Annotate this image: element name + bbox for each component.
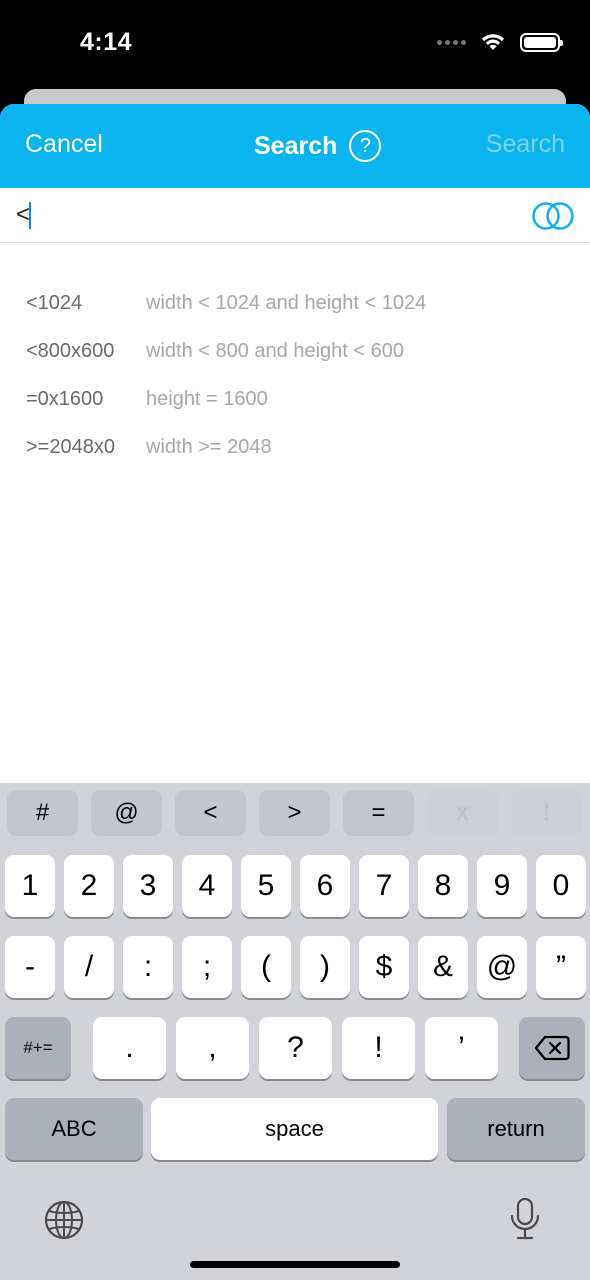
suggestion-key: >=2048x0 bbox=[26, 435, 115, 458]
key-semicolon[interactable]: ; bbox=[182, 936, 232, 998]
key-apostrophe[interactable]: ’ bbox=[425, 1017, 498, 1079]
key-7[interactable]: 7 bbox=[359, 855, 409, 917]
home-indicator bbox=[190, 1261, 400, 1268]
suggestion-list: <1024 width < 1024 and height < 1024 <80… bbox=[0, 243, 590, 471]
key-double-quote[interactable]: ” bbox=[536, 936, 586, 998]
return-key[interactable]: return bbox=[447, 1098, 585, 1160]
venn-rings-icon[interactable] bbox=[530, 201, 576, 231]
key-at-symbol[interactable]: @ bbox=[477, 936, 527, 998]
search-button[interactable]: Search bbox=[486, 130, 565, 159]
key-at[interactable]: @ bbox=[91, 790, 162, 836]
key-3[interactable]: 3 bbox=[123, 855, 173, 917]
suggestion-item[interactable]: <1024 width < 1024 and height < 1024 bbox=[0, 279, 590, 327]
key-close-paren[interactable]: ) bbox=[300, 936, 350, 998]
key-open-paren[interactable]: ( bbox=[241, 936, 291, 998]
key-6[interactable]: 6 bbox=[300, 855, 350, 917]
search-bar bbox=[0, 188, 590, 243]
status-bar: 4:14 bbox=[0, 0, 590, 90]
suggestion-item[interactable]: >=2048x0 width >= 2048 bbox=[0, 423, 590, 471]
key-0[interactable]: 0 bbox=[536, 855, 586, 917]
suggestion-key: <1024 bbox=[26, 291, 83, 314]
key-less-than[interactable]: < bbox=[175, 790, 246, 836]
key-slash[interactable]: / bbox=[64, 936, 114, 998]
signal-icon bbox=[437, 39, 466, 45]
nav-title-group: Search ? bbox=[254, 130, 382, 162]
abc-key[interactable]: ABC bbox=[5, 1098, 143, 1160]
battery-icon bbox=[520, 32, 563, 52]
key-hyphen[interactable]: - bbox=[5, 936, 55, 998]
key-comma[interactable]: , bbox=[176, 1017, 249, 1079]
suggestion-key: <800x600 bbox=[26, 339, 115, 362]
key-question[interactable]: ? bbox=[259, 1017, 332, 1079]
backspace-key[interactable] bbox=[519, 1017, 585, 1079]
key-ampersand[interactable]: & bbox=[418, 936, 468, 998]
backspace-icon bbox=[534, 1035, 570, 1061]
space-key[interactable]: space bbox=[151, 1098, 438, 1160]
key-8[interactable]: 8 bbox=[418, 855, 468, 917]
nav-bar: Cancel Search ? Search bbox=[0, 104, 590, 188]
globe-icon[interactable] bbox=[43, 1199, 85, 1241]
keyboard: # @ < > = x ! 1 2 3 4 5 6 7 8 9 0 - / : … bbox=[0, 783, 590, 1280]
key-x: x bbox=[427, 790, 498, 836]
key-1[interactable]: 1 bbox=[5, 855, 55, 917]
key-4[interactable]: 4 bbox=[182, 855, 232, 917]
help-icon[interactable]: ? bbox=[349, 130, 382, 162]
suggestion-description: width >= 2048 bbox=[146, 435, 272, 458]
key-2[interactable]: 2 bbox=[64, 855, 114, 917]
status-icons bbox=[437, 32, 563, 52]
text-caret bbox=[29, 202, 31, 229]
suggestion-key: =0x1600 bbox=[26, 387, 104, 410]
key-dollar[interactable]: $ bbox=[359, 936, 409, 998]
suggestion-description: height = 1600 bbox=[146, 387, 268, 410]
suggestion-description: width < 800 and height < 600 bbox=[146, 339, 404, 362]
key-exclamation[interactable]: ! bbox=[342, 1017, 415, 1079]
key-9[interactable]: 9 bbox=[477, 855, 527, 917]
key-equals[interactable]: = bbox=[343, 790, 414, 836]
status-time: 4:14 bbox=[80, 28, 133, 56]
microphone-icon[interactable] bbox=[507, 1196, 543, 1242]
suggestion-description: width < 1024 and height < 1024 bbox=[146, 291, 427, 314]
key-greater-than[interactable]: > bbox=[259, 790, 330, 836]
search-input[interactable] bbox=[16, 200, 496, 230]
key-exclamation-disabled: ! bbox=[511, 790, 582, 836]
cancel-button[interactable]: Cancel bbox=[25, 130, 103, 159]
key-period[interactable]: . bbox=[93, 1017, 166, 1079]
key-hash[interactable]: # bbox=[7, 790, 78, 836]
wifi-icon bbox=[482, 34, 504, 50]
key-5[interactable]: 5 bbox=[241, 855, 291, 917]
suggestion-item[interactable]: <800x600 width < 800 and height < 600 bbox=[0, 327, 590, 375]
page-title: Search bbox=[254, 131, 338, 160]
key-colon[interactable]: : bbox=[123, 936, 173, 998]
suggestion-item[interactable]: =0x1600 height = 1600 bbox=[0, 375, 590, 423]
more-symbols-key[interactable]: #+= bbox=[5, 1017, 71, 1079]
